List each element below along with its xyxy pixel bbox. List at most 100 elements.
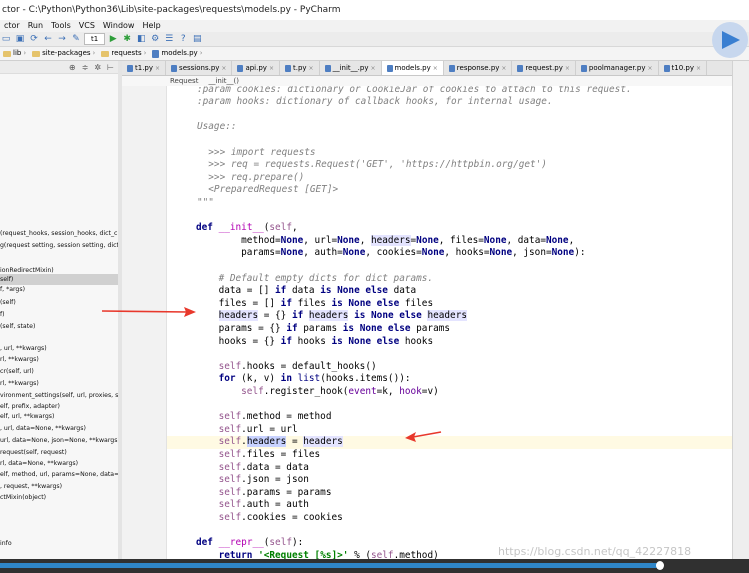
- code-line: self.url = url: [218, 424, 298, 435]
- breadcrumb-method[interactable]: __init__(): [208, 76, 239, 86]
- structure-item[interactable]: ctMixin(object): [0, 492, 118, 503]
- code-line: Usage::: [197, 121, 237, 132]
- close-icon[interactable]: ×: [221, 65, 226, 72]
- editor-tab[interactable]: api.py ×: [232, 61, 280, 75]
- vcs-icon[interactable]: ▤: [191, 33, 203, 45]
- structure-item[interactable]: info: [0, 538, 118, 549]
- editor-tab[interactable]: sessions.py ×: [166, 61, 233, 75]
- code-line: """: [197, 197, 214, 208]
- close-icon[interactable]: ×: [565, 65, 570, 72]
- structure-item[interactable]: (self, state): [0, 321, 118, 332]
- code-line: files = [] if files is None else files: [196, 298, 434, 309]
- menu-run[interactable]: Run: [24, 20, 47, 32]
- close-icon[interactable]: ×: [647, 65, 652, 72]
- code-line: params = {} if params is None else param…: [196, 323, 451, 334]
- open-icon[interactable]: ▭: [0, 33, 12, 45]
- structure-icon[interactable]: ☰: [163, 33, 175, 45]
- python-file-icon: [580, 64, 587, 72]
- tab-label: response.py: [456, 64, 500, 72]
- panel-settings-icon[interactable]: ✲: [94, 63, 101, 72]
- editor-tab[interactable]: response.py ×: [444, 61, 513, 75]
- editor-tab[interactable]: t.py ×: [280, 61, 320, 75]
- breadcrumb-class[interactable]: Request: [170, 76, 198, 86]
- code-line: self.hooks = default_hooks(): [218, 361, 377, 372]
- sync-icon[interactable]: ⟳: [28, 33, 40, 45]
- breadcrumb-label: lib: [13, 49, 22, 57]
- breadcrumb-label: requests: [111, 49, 142, 57]
- structure-toolbar: ⊕ ≑ ✲ ⊢: [0, 61, 118, 74]
- hide-panel-icon[interactable]: ⊢: [107, 63, 114, 72]
- python-file-icon: [127, 64, 133, 72]
- menu-refactor[interactable]: ctor: [0, 20, 24, 32]
- close-icon[interactable]: ×: [155, 65, 160, 72]
- structure-item[interactable]: vironment_settings(self, url, proxies, s…: [0, 390, 118, 401]
- debug-icon[interactable]: ✱: [121, 33, 133, 45]
- structure-item[interactable]: rl, **kwargs): [0, 378, 118, 389]
- structure-item[interactable]: rl, data=None, **kwargs): [0, 458, 118, 469]
- code-line: self.files = files: [218, 449, 321, 460]
- structure-item[interactable]: url, data=None, json=None, **kwargs): [0, 435, 118, 446]
- red-arrow-annotation: [101, 307, 196, 317]
- back-icon[interactable]: ←: [42, 33, 54, 45]
- locate-icon[interactable]: ⊕: [69, 63, 76, 72]
- close-icon[interactable]: ×: [309, 65, 314, 72]
- structure-item[interactable]: rl, **kwargs): [0, 354, 118, 365]
- close-icon[interactable]: ×: [696, 65, 701, 72]
- structure-item[interactable]: cr(self, url): [0, 366, 118, 377]
- code-line: self.auth = auth: [218, 499, 309, 510]
- python-file-icon: [517, 64, 524, 72]
- editor-tab[interactable]: poolmanager.py ×: [576, 61, 659, 75]
- help-icon[interactable]: ?: [177, 33, 189, 45]
- close-icon[interactable]: ×: [370, 65, 375, 72]
- window-title: ctor - C:\Python\Python36\Lib\site-packa…: [2, 5, 341, 15]
- structure-item[interactable]: elf, url, **kwargs): [0, 411, 118, 422]
- structure-item[interactable]: , url, data=None, **kwargs): [0, 423, 118, 434]
- breadcrumb-lib[interactable]: lib ›: [0, 47, 29, 60]
- vertical-scrollbar[interactable]: [732, 61, 749, 559]
- close-icon[interactable]: ×: [269, 65, 274, 72]
- editor-tab[interactable]: models.py ×: [381, 61, 444, 75]
- breadcrumb-site-packages[interactable]: site-packages ›: [29, 47, 98, 60]
- navigation-bar: lib › site-packages › requests › models.py ›: [0, 47, 749, 61]
- video-progress-knob[interactable]: [656, 561, 664, 570]
- code-line: params=None, auth=None, cookies=None, ho…: [196, 247, 586, 258]
- settings-icon[interactable]: ⚙: [149, 33, 161, 45]
- structure-item[interactable]: f, *args): [0, 284, 118, 295]
- menu-bar: ctor Run Tools VCS Window Help: [0, 20, 749, 32]
- menu-tools[interactable]: Tools: [47, 20, 75, 32]
- save-icon[interactable]: ▣: [14, 33, 26, 45]
- editor-tab[interactable]: __init__.py ×: [320, 61, 382, 75]
- tab-label: t.py: [292, 64, 307, 72]
- structure-item[interactable]: g(request setting, session setting, dict: [0, 240, 118, 251]
- run-icon[interactable]: ▶: [107, 33, 119, 45]
- editor-tab[interactable]: request.py ×: [512, 61, 576, 75]
- python-file-icon: [386, 64, 393, 72]
- sort-icon[interactable]: ≑: [82, 63, 89, 72]
- structure-item[interactable]: elf, method, url, params=None, data=: [0, 469, 118, 480]
- python-file-icon: [448, 64, 455, 72]
- code-line: <PreparedRequest [GET]>: [197, 184, 339, 195]
- breadcrumb-models[interactable]: models.py ›: [149, 47, 205, 60]
- play-logo-icon: [722, 31, 740, 49]
- structure-item[interactable]: request(self, request): [0, 447, 118, 458]
- structure-item[interactable]: , request, **kwargs): [0, 481, 118, 492]
- red-arrow-annotation: [405, 431, 442, 442]
- coverage-icon[interactable]: ◧: [135, 33, 147, 45]
- editor-tab[interactable]: t1.py ×: [122, 61, 167, 75]
- video-progress-bar[interactable]: [0, 563, 660, 568]
- breadcrumb-requests[interactable]: requests ›: [98, 47, 149, 60]
- structure-item[interactable]: , url, **kwargs): [0, 343, 118, 354]
- python-file-icon: [324, 64, 331, 72]
- menu-vcs[interactable]: VCS: [75, 20, 99, 32]
- structure-item[interactable]: (request_hooks, session_hooks, dict_cl: [0, 228, 118, 239]
- edit-icon[interactable]: ✎: [70, 33, 82, 45]
- run-config-select[interactable]: t1: [84, 33, 106, 45]
- close-icon[interactable]: ×: [501, 65, 506, 72]
- editor-gutter: [122, 86, 167, 559]
- close-icon[interactable]: ×: [433, 65, 438, 72]
- code-editor[interactable]: 2162172182192202212222232242252262272282…: [167, 86, 732, 559]
- menu-help[interactable]: Help: [138, 20, 164, 32]
- forward-icon[interactable]: →: [56, 33, 68, 45]
- menu-window[interactable]: Window: [99, 20, 139, 32]
- editor-tab[interactable]: t10.py ×: [659, 61, 708, 75]
